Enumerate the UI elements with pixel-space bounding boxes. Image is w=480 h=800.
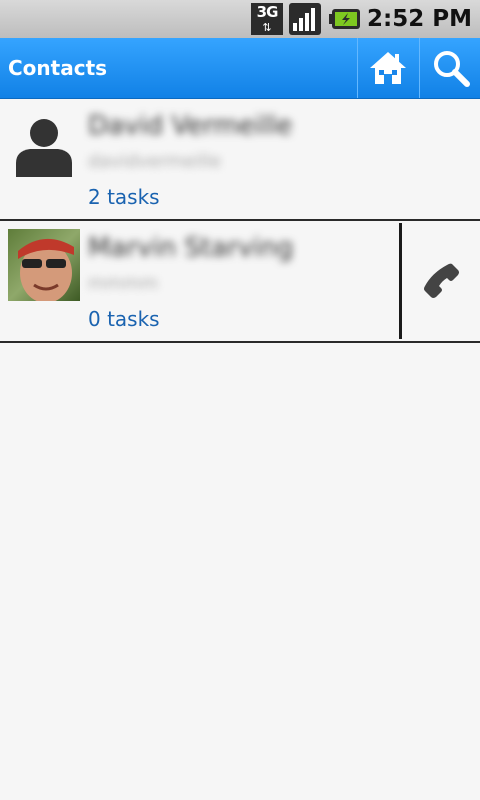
default-person-icon: [16, 119, 72, 177]
network-3g-icon: 3G ⇅: [251, 3, 284, 35]
status-time: 2:52 PM: [367, 6, 472, 32]
home-icon: [370, 52, 406, 84]
status-icons: 3G ⇅ 2:52 PM: [251, 3, 472, 35]
phone-icon: [424, 263, 459, 298]
search-icon: [433, 51, 470, 87]
status-bar: 3G ⇅ 2:52 PM: [0, 0, 480, 39]
contact-list: David Vermeille davidvermeille 2 tasks M…: [0, 99, 480, 343]
call-button[interactable]: [404, 221, 480, 341]
contact-subtitle: davidvermeille: [88, 151, 222, 172]
search-button[interactable]: [419, 38, 480, 98]
contact-subtitle: mmmm: [88, 273, 159, 294]
signal-strength-icon: [289, 3, 322, 35]
contact-row[interactable]: David Vermeille davidvermeille 2 tasks: [0, 99, 480, 221]
data-arrows-icon: ⇅: [251, 21, 284, 35]
contact-tasks-count[interactable]: 2 tasks: [88, 183, 160, 211]
action-bar: Contacts: [0, 38, 480, 99]
page-title: Contacts: [8, 56, 108, 80]
call-divider: [399, 223, 402, 339]
contact-row[interactable]: Marvin Starving mmmm 0 tasks: [0, 221, 480, 343]
contact-name: Marvin Starving: [88, 233, 294, 263]
contact-name: David Vermeille: [88, 111, 293, 141]
battery-charging-icon: [329, 9, 361, 29]
network-type-label: 3G: [251, 3, 284, 21]
home-button[interactable]: [357, 38, 418, 98]
contact-tasks-count[interactable]: 0 tasks: [88, 305, 160, 333]
contact-photo: [8, 229, 80, 301]
